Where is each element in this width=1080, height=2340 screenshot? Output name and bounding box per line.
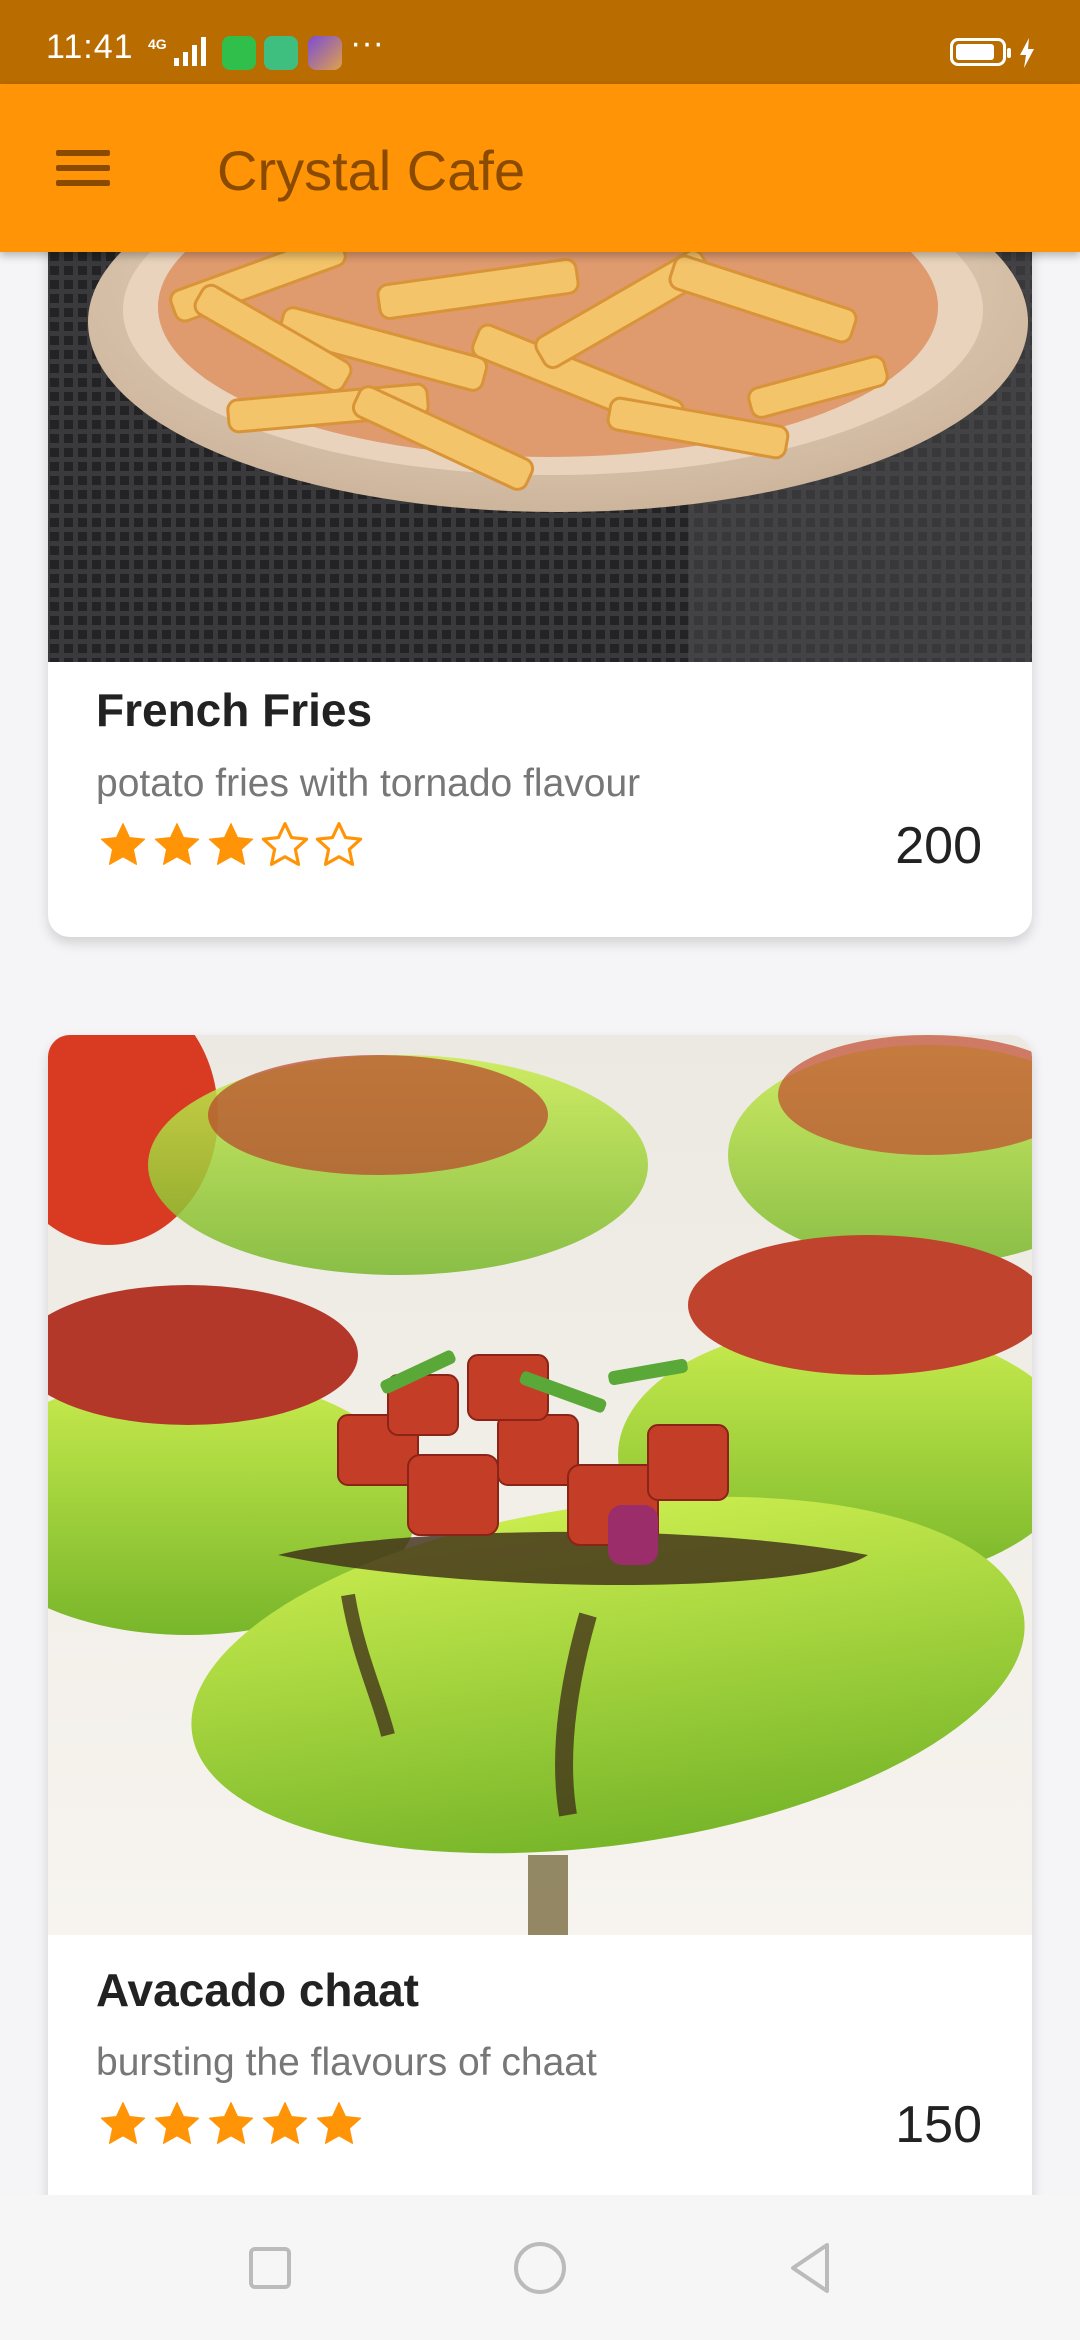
star-filled-icon <box>154 2102 200 2144</box>
whatsapp-icon <box>222 36 256 70</box>
menu-item-card[interactable]: French Fries potato fries with tornado f… <box>48 252 1032 937</box>
menu-item-card[interactable]: Avacado chaat bursting the flavours of c… <box>48 1035 1032 2195</box>
back-icon[interactable] <box>775 2233 845 2303</box>
item-name: French Fries <box>96 684 373 736</box>
system-nav-bar <box>0 2195 1080 2340</box>
star-filled-icon <box>100 823 146 865</box>
battery-icon <box>950 38 1011 66</box>
item-description: bursting the flavours of chaat <box>96 2041 597 2084</box>
star-filled-icon <box>208 2102 254 2144</box>
star-filled-icon <box>100 2102 146 2144</box>
status-time: 11:41 <box>46 28 134 66</box>
more-notifications-icon: ··· <box>350 24 384 62</box>
page-title: Crystal Cafe <box>217 139 526 202</box>
app-notification-icon <box>264 36 298 70</box>
star-filled-icon <box>208 823 254 865</box>
menu-list[interactable]: French Fries potato fries with tornado f… <box>0 252 1080 2195</box>
status-bar: 11:41 4G ··· <box>0 0 1080 84</box>
item-name: Avacado chaat <box>96 1964 419 2016</box>
charging-icon <box>1020 38 1034 68</box>
item-price: 150 <box>895 2096 982 2154</box>
network-type: 4G <box>148 36 167 52</box>
star-empty-icon <box>261 822 309 866</box>
food-photo-french-fries <box>48 252 1032 662</box>
app-notification-icon-2 <box>308 36 342 70</box>
star-filled-icon <box>262 2102 308 2144</box>
rating-stars <box>96 2097 366 2151</box>
star-filled-icon <box>316 2102 362 2144</box>
item-price: 200 <box>895 817 982 875</box>
home-icon[interactable] <box>505 2233 575 2303</box>
rating-stars <box>96 818 366 872</box>
menu-button[interactable] <box>38 126 128 210</box>
star-empty-icon <box>315 822 363 866</box>
recents-icon[interactable] <box>235 2233 305 2303</box>
star-filled-icon <box>154 823 200 865</box>
signal-icon <box>174 37 206 66</box>
app-bar: Crystal Cafe <box>0 84 1080 252</box>
item-description: potato fries with tornado flavour <box>96 762 641 805</box>
food-photo-avocado-chaat <box>48 1035 1032 1935</box>
